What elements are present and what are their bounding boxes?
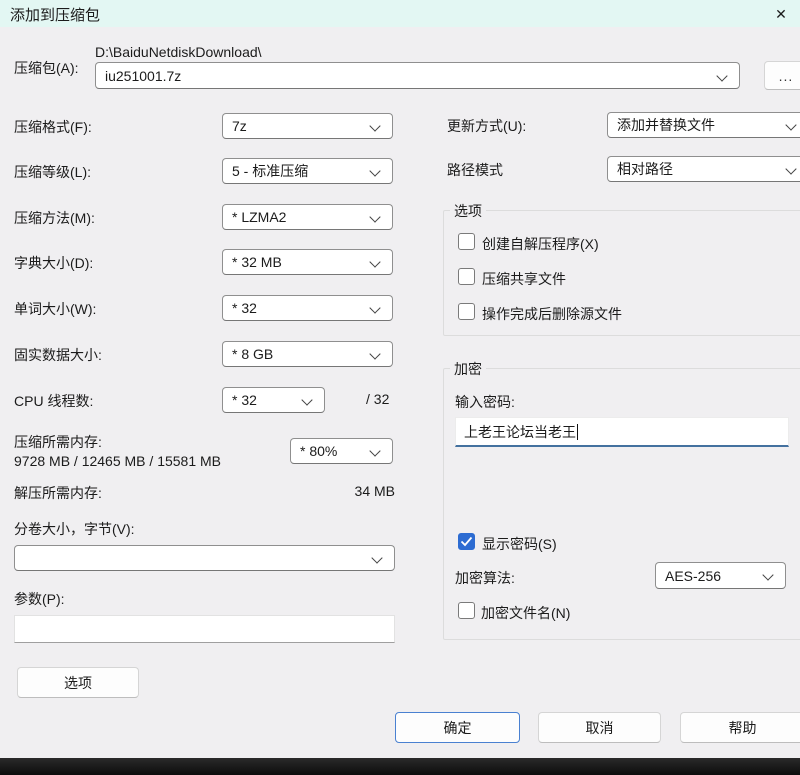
volume-size-label: 分卷大小，字节(V): xyxy=(14,519,135,539)
chevron-down-icon xyxy=(762,569,773,580)
shared-files-checkbox-label[interactable]: 压缩共享文件 xyxy=(482,269,566,289)
shared-files-checkbox[interactable] xyxy=(458,268,475,285)
word-size-combobox[interactable]: * 32 xyxy=(222,295,393,321)
solid-block-combobox[interactable]: * 8 GB xyxy=(222,341,393,367)
memory-compress-detail: 9728 MB / 12465 MB / 15581 MB xyxy=(14,453,221,469)
chevron-down-icon xyxy=(301,394,312,405)
sfx-checkbox[interactable] xyxy=(458,233,475,250)
show-password-checkbox[interactable] xyxy=(458,533,475,550)
level-combobox[interactable]: 5 - 标准压缩 xyxy=(222,158,393,184)
chevron-down-icon xyxy=(369,302,380,313)
level-label: 压缩等级(L): xyxy=(14,162,91,182)
format-label: 压缩格式(F): xyxy=(14,117,92,137)
dictionary-label: 字典大小(D): xyxy=(14,253,93,273)
memory-decompress-label: 解压所需内存: xyxy=(14,483,102,503)
chevron-down-icon xyxy=(369,120,380,131)
method-label: 压缩方法(M): xyxy=(14,208,95,228)
level-value: 5 - 标准压缩 xyxy=(232,161,308,181)
encrypt-filenames-checkbox-label[interactable]: 加密文件名(N) xyxy=(481,603,570,623)
method-combobox[interactable]: * LZMA2 xyxy=(222,204,393,230)
ok-button-label: 确定 xyxy=(444,718,472,738)
chevron-down-icon xyxy=(369,348,380,359)
parameters-label: 参数(P): xyxy=(14,589,65,609)
cpu-threads-value: * 32 xyxy=(232,392,257,408)
window-title: 添加到压缩包 xyxy=(10,4,100,25)
desktop-background-strip xyxy=(0,758,800,775)
cpu-threads-max: / 32 xyxy=(366,391,389,407)
chevron-down-icon xyxy=(371,552,382,563)
format-combobox[interactable]: 7z xyxy=(222,113,393,139)
update-mode-value: 添加并替换文件 xyxy=(617,115,715,135)
cancel-button[interactable]: 取消 xyxy=(538,712,661,743)
update-mode-label: 更新方式(U): xyxy=(447,116,526,136)
cpu-threads-combobox[interactable]: * 32 xyxy=(222,387,325,413)
volume-size-combobox[interactable] xyxy=(14,545,395,571)
title-bar: 添加到压缩包 ✕ xyxy=(0,0,800,27)
password-value: 上老王论坛当老王 xyxy=(464,422,576,442)
help-button[interactable]: 帮助 xyxy=(680,712,800,743)
archive-label: 压缩包(A): xyxy=(14,58,79,78)
memory-usage-combobox[interactable]: * 80% xyxy=(290,438,393,464)
method-value: * LZMA2 xyxy=(232,209,286,225)
chevron-down-icon xyxy=(369,256,380,267)
solid-block-value: * 8 GB xyxy=(232,346,273,362)
encryption-group-title: 加密 xyxy=(450,359,486,379)
encryption-method-value: AES-256 xyxy=(665,568,721,584)
delete-after-checkbox-label[interactable]: 操作完成后删除源文件 xyxy=(482,304,622,324)
options-button-label: 选项 xyxy=(64,673,92,693)
encryption-method-combobox[interactable]: AES-256 xyxy=(655,562,786,589)
cancel-button-label: 取消 xyxy=(586,718,614,738)
path-mode-value: 相对路径 xyxy=(617,159,673,179)
chevron-down-icon xyxy=(369,445,380,456)
cpu-threads-label: CPU 线程数: xyxy=(14,391,93,411)
update-mode-combobox[interactable]: 添加并替换文件 xyxy=(607,112,800,138)
chevron-down-icon xyxy=(369,165,380,176)
options-group-title: 选项 xyxy=(450,201,486,221)
path-mode-label: 路径模式 xyxy=(447,160,503,180)
text-caret xyxy=(577,424,578,440)
format-value: 7z xyxy=(232,118,247,134)
options-button[interactable]: 选项 xyxy=(17,667,139,698)
path-mode-combobox[interactable]: 相对路径 xyxy=(607,156,800,182)
dictionary-value: * 32 MB xyxy=(232,254,282,270)
archive-name-value: iu251001.7z xyxy=(105,68,181,84)
chevron-down-icon xyxy=(785,163,796,174)
sfx-checkbox-label[interactable]: 创建自解压程序(X) xyxy=(482,234,599,254)
parameters-input[interactable] xyxy=(14,615,395,643)
add-to-archive-dialog: 添加到压缩包 ✕ 压缩包(A): D:\BaiduNetdiskDownload… xyxy=(0,0,800,775)
delete-after-checkbox[interactable] xyxy=(458,303,475,320)
chevron-down-icon xyxy=(369,211,380,222)
word-size-value: * 32 xyxy=(232,300,257,316)
ok-button[interactable]: 确定 xyxy=(395,712,520,743)
encryption-method-label: 加密算法: xyxy=(455,568,515,588)
chevron-down-icon xyxy=(716,70,727,81)
memory-compress-label: 压缩所需内存: xyxy=(14,432,102,452)
close-icon[interactable]: ✕ xyxy=(770,3,792,25)
password-input[interactable]: 上老王论坛当老王 xyxy=(455,417,789,447)
solid-block-label: 固实数据大小: xyxy=(14,345,102,365)
help-button-label: 帮助 xyxy=(729,718,757,738)
password-label: 输入密码: xyxy=(455,392,515,412)
browse-button[interactable]: ... xyxy=(764,61,800,90)
archive-name-combobox[interactable]: iu251001.7z xyxy=(95,62,740,89)
chevron-down-icon xyxy=(785,119,796,130)
checkmark-icon xyxy=(460,536,473,547)
dictionary-combobox[interactable]: * 32 MB xyxy=(222,249,393,275)
browse-button-label: ... xyxy=(779,68,794,84)
word-size-label: 单词大小(W): xyxy=(14,299,96,319)
archive-dir-path: D:\BaiduNetdiskDownload\ xyxy=(95,44,262,60)
show-password-checkbox-label[interactable]: 显示密码(S) xyxy=(482,534,557,554)
memory-decompress-value: 34 MB xyxy=(300,483,395,499)
encrypt-filenames-checkbox[interactable] xyxy=(458,602,475,619)
memory-usage-value: * 80% xyxy=(300,443,337,459)
